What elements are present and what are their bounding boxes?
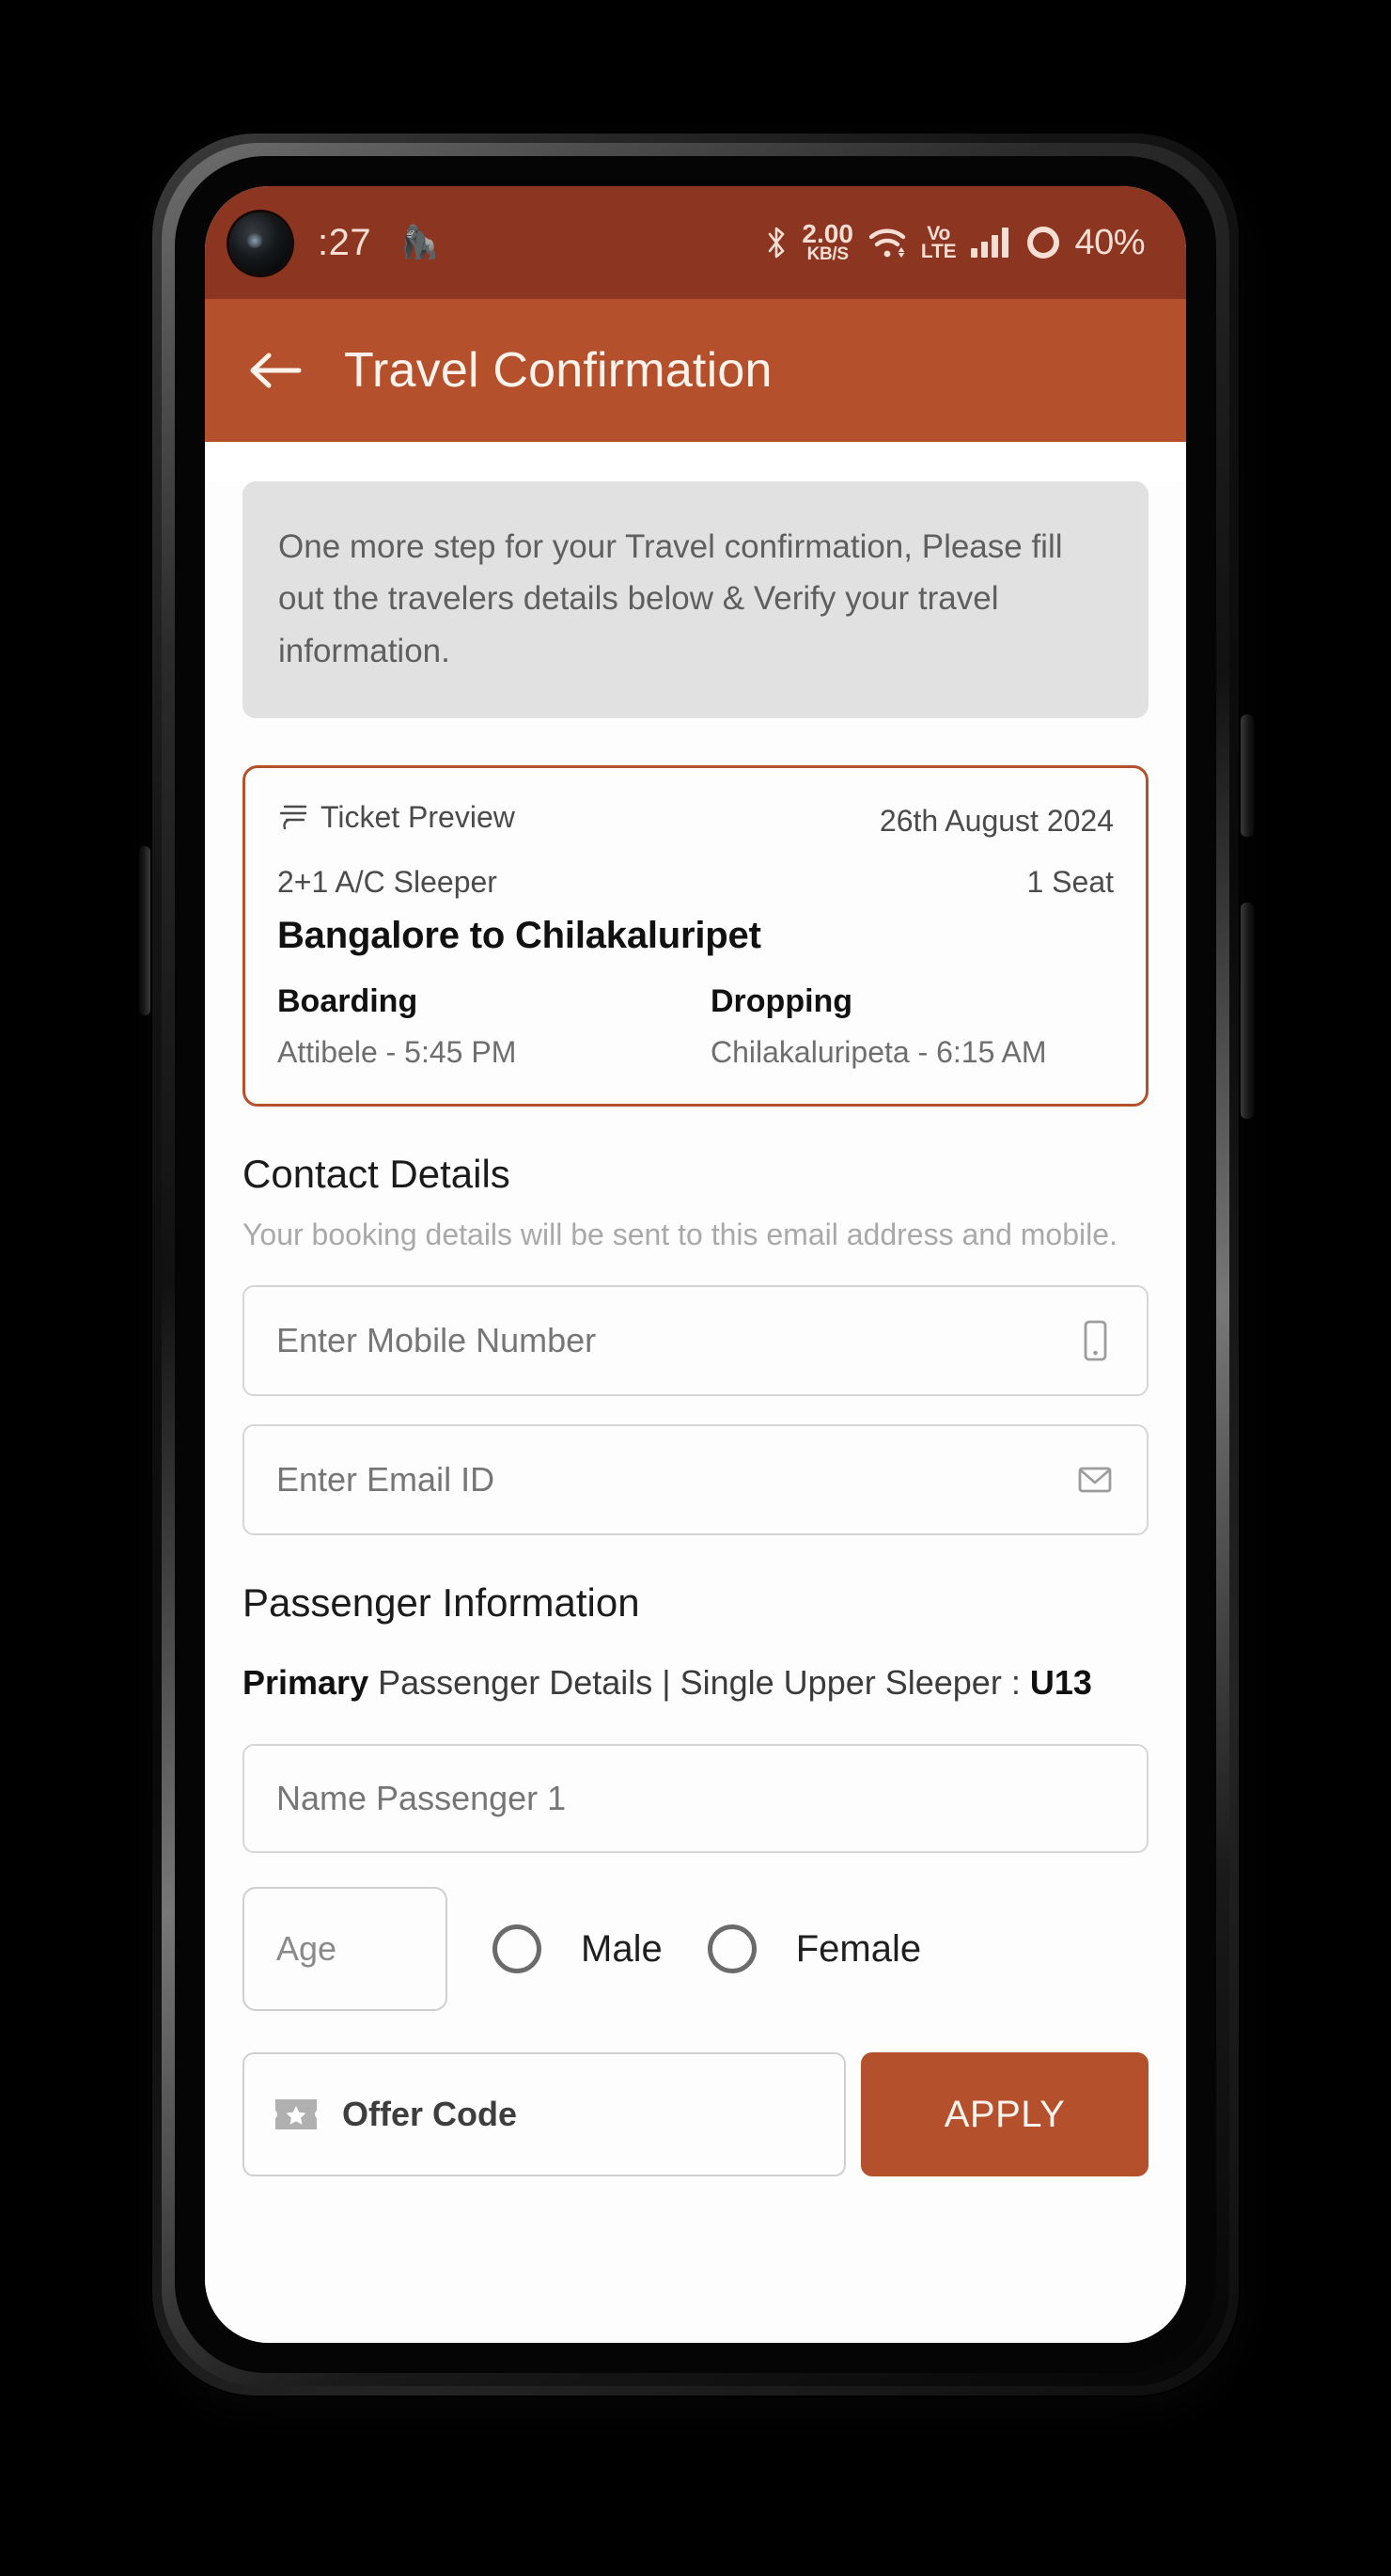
offer-code-placeholder: Offer Code: [342, 2095, 518, 2134]
phone-screen: :27 🦍 2.00 KB/S Vo LTE 40% Travel Confir…: [205, 186, 1186, 2343]
volume-button[interactable]: [1241, 903, 1254, 1119]
battery-percent-label: 40%: [1074, 222, 1145, 262]
data-rate-indicator: 2.00 KB/S: [802, 219, 853, 265]
bus-icon: [279, 806, 307, 830]
data-rate-unit: KB/S: [806, 244, 850, 265]
ticket-preview-card: Ticket Preview 26th August 2024 2+1 A/C …: [242, 764, 1149, 1107]
envelope-icon: [1078, 1467, 1112, 1493]
front-camera-punch-hole: [229, 212, 291, 275]
email-field[interactable]: Enter Email ID: [242, 1424, 1149, 1536]
wifi-icon: [868, 228, 906, 258]
gender-radio-female[interactable]: [707, 1924, 757, 1974]
boarding-label: Boarding: [277, 983, 418, 1020]
passenger-name-placeholder: Name Passenger 1: [276, 1779, 567, 1818]
ticket-date: 26th August 2024: [879, 804, 1114, 839]
ticket-type-row: 2+1 A/C Sleeper 1 Seat: [277, 839, 1114, 900]
gender-label-female: Female: [795, 1927, 922, 1970]
boarding-block: Boarding Attibele - 5:45 PM: [277, 983, 696, 1070]
age-placeholder: Age: [276, 1929, 337, 1969]
ticket-preview-label-group: Ticket Preview: [277, 800, 515, 835]
dropping-label: Dropping: [711, 983, 853, 1020]
gender-label-male: Male: [581, 1927, 663, 1970]
mobile-phone-icon: [1084, 1320, 1107, 1361]
seat-count: 1 Seat: [1026, 865, 1114, 900]
dropping-value: Chilakaluripeta - 6:15 AM: [711, 1035, 1047, 1070]
back-arrow-icon[interactable]: [248, 350, 303, 391]
volte-bottom: LTE: [920, 241, 957, 262]
passenger-information-heading: Passenger Information: [242, 1580, 640, 1626]
route-title: Bangalore to Chilakaluripet: [277, 915, 761, 957]
gender-radio-male[interactable]: [492, 1924, 541, 1974]
email-placeholder: Enter Email ID: [276, 1460, 495, 1500]
passenger-details-text: Passenger Details | Single Upper Sleeper…: [368, 1663, 1021, 1703]
ticket-header-row: Ticket Preview 26th August 2024: [277, 800, 1114, 840]
dropping-block: Dropping Chilakaluripeta - 6:15 AM: [696, 983, 1114, 1070]
offer-code-row: Offer Code APPLY: [242, 2052, 1149, 2177]
signal-bars-icon: [971, 228, 1009, 258]
offer-code-field[interactable]: Offer Code: [242, 2052, 846, 2177]
primary-label: Primary: [242, 1663, 369, 1703]
notice-banner: One more step for your Travel confirmati…: [242, 481, 1149, 718]
bus-type: 2+1 A/C Sleeper: [277, 865, 497, 900]
passenger-name-field[interactable]: Name Passenger 1: [242, 1744, 1149, 1854]
battery-circle-icon: [1027, 227, 1060, 259]
status-bar: :27 🦍 2.00 KB/S Vo LTE 40%: [205, 186, 1186, 299]
status-bar-right: 2.00 KB/S Vo LTE 40%: [766, 219, 1145, 265]
boarding-value: Attibele - 5:45 PM: [277, 1035, 517, 1070]
apply-offer-button[interactable]: APPLY: [861, 2052, 1149, 2177]
volte-indicator: Vo LTE: [920, 224, 957, 262]
contact-details-subtitle: Your booking details will be sent to thi…: [242, 1217, 1117, 1252]
boarding-dropping-row: Boarding Attibele - 5:45 PM Dropping Chi…: [277, 983, 1114, 1070]
bluetooth-icon: [769, 227, 785, 259]
page-title: Travel Confirmation: [344, 343, 773, 398]
mobile-number-field[interactable]: Enter Mobile Number: [242, 1285, 1149, 1397]
ticket-star-icon: [275, 2099, 317, 2130]
monkey-face-emoji: 🦍: [399, 225, 440, 260]
ticket-preview-label: Ticket Preview: [320, 799, 515, 834]
left-side-button[interactable]: [139, 846, 150, 1015]
power-button[interactable]: [1241, 715, 1254, 837]
app-bar: Travel Confirmation: [205, 299, 1186, 442]
screenshot-root: :27 🦍 2.00 KB/S Vo LTE 40% Travel Confir…: [0, 0, 1391, 2576]
data-rate-value: 2.00: [802, 219, 853, 249]
passenger-details-line: Primary Passenger Details | Single Upper…: [242, 1657, 1149, 1708]
age-gender-row: Age Male Female: [242, 1887, 1149, 2012]
page-content: One more step for your Travel confirmati…: [205, 481, 1186, 2343]
contact-details-heading: Contact Details: [242, 1152, 510, 1197]
age-field[interactable]: Age: [242, 1887, 447, 2012]
mobile-number-placeholder: Enter Mobile Number: [276, 1321, 597, 1360]
seat-code: U13: [1029, 1663, 1092, 1703]
